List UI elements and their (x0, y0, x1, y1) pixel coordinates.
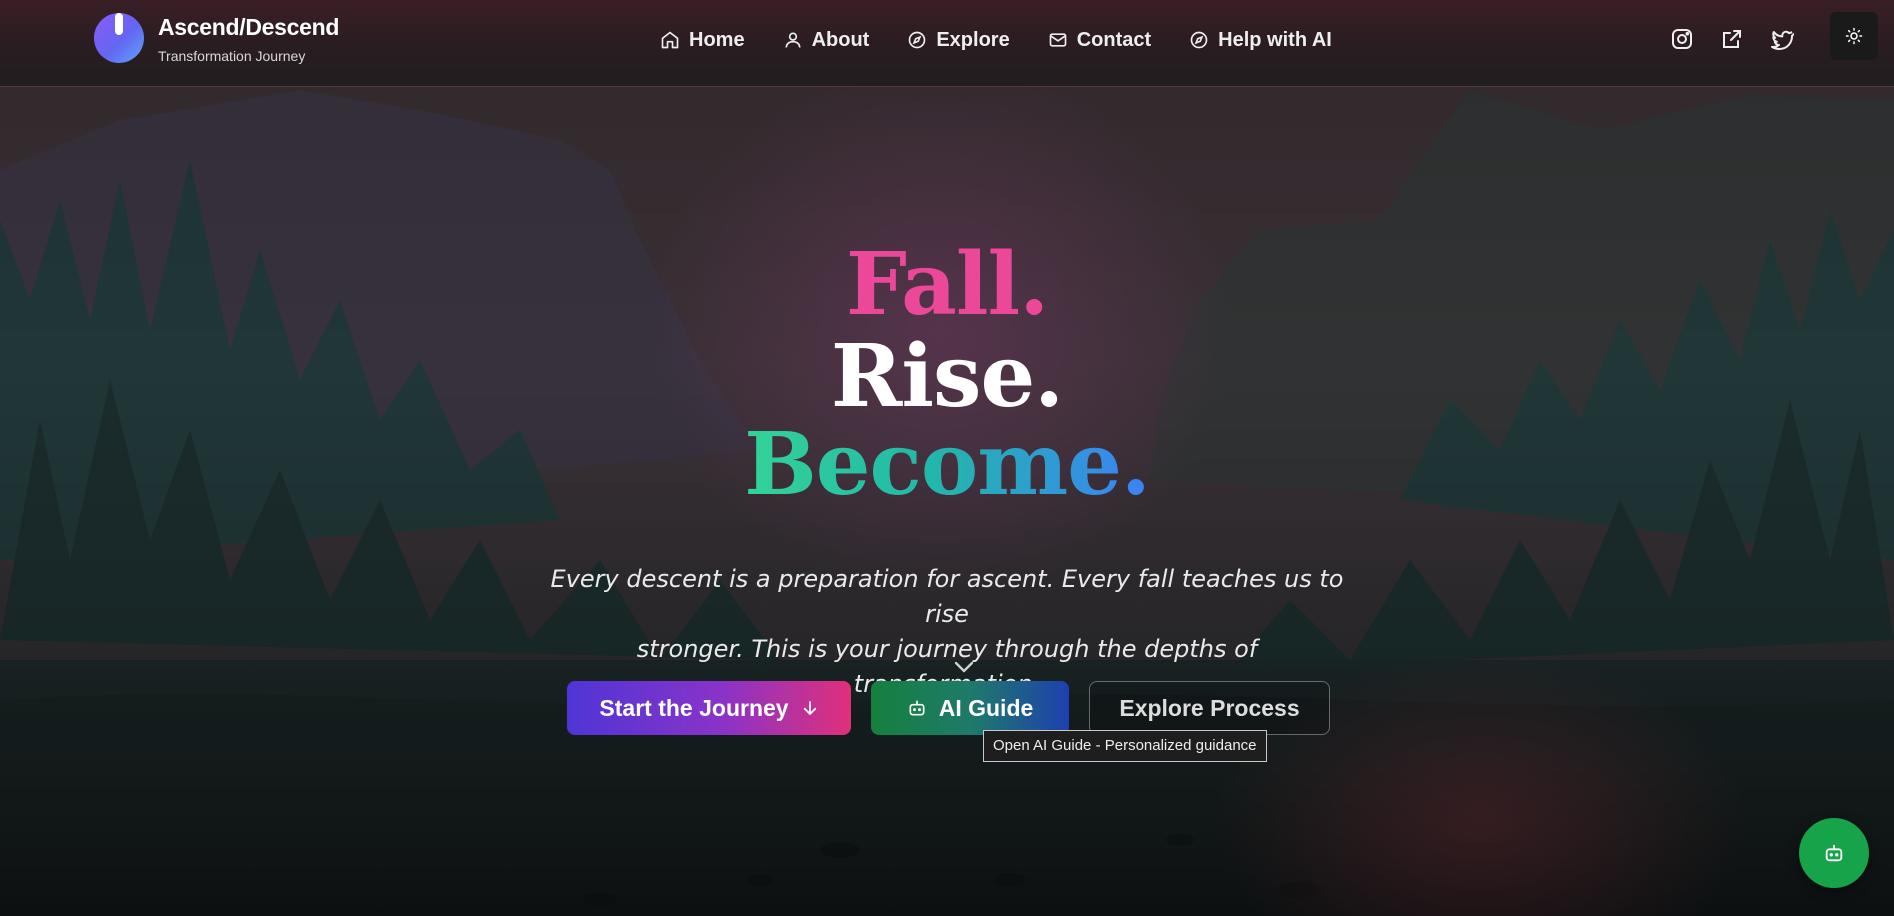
nav-label-home: Home (689, 28, 745, 51)
ai-guide-label: AI Guide (938, 694, 1034, 721)
compass-icon (909, 31, 926, 49)
nav-label-explore: Explore (936, 28, 1010, 51)
compass-icon (1190, 31, 1208, 49)
start-journey-button[interactable]: Start the Journey (567, 681, 851, 735)
nav-item-about[interactable]: About (783, 24, 870, 56)
explore-process-label: Explore Process (1119, 694, 1300, 721)
start-journey-label: Start the Journey (599, 694, 789, 721)
brand-title[interactable]: Ascend/Descend (158, 14, 339, 41)
logo-mark (115, 13, 123, 35)
hero-headline-rise: Rise. (830, 326, 1064, 427)
ai-guide-button[interactable]: AI Guide (871, 681, 1069, 735)
hero-headline-become: Become. (0, 414, 1894, 515)
brand-logo[interactable] (94, 13, 144, 63)
bot-icon (1825, 844, 1843, 862)
sun-icon (1845, 27, 1863, 45)
instagram-icon[interactable] (1670, 27, 1694, 51)
nav-label-about: About (811, 28, 870, 51)
twitter-icon[interactable] (1770, 27, 1794, 51)
theme-toggle-button[interactable] (1830, 12, 1878, 60)
hero-headline-fall: Fall. (845, 234, 1049, 335)
explore-process-button[interactable]: Explore Process (1089, 681, 1330, 735)
nav-item-contact[interactable]: Contact (1048, 24, 1151, 56)
ai-chat-fab[interactable] (1799, 818, 1869, 888)
arrow-down-icon (803, 701, 816, 715)
hero-headline-become-text: Become. (744, 414, 1151, 515)
nav-item-help-with-ai[interactable]: Help with AI (1189, 24, 1332, 56)
chevron-down-icon[interactable] (953, 660, 975, 674)
main-nav: Home About Explore Contact Help with AI (660, 24, 1370, 56)
hero-tagline-line-1: Every descent is a preparation for ascen… (550, 565, 1344, 628)
external-link-icon[interactable] (1720, 27, 1744, 51)
nav-label-help-with-ai: Help with AI (1218, 28, 1332, 51)
nav-item-home[interactable]: Home (660, 24, 745, 56)
site-header: Ascend/Descend Transformation Journey Ho… (0, 0, 1894, 87)
bot-icon (909, 700, 925, 716)
nav-item-explore[interactable]: Explore (907, 24, 1010, 56)
ai-guide-tooltip: Open AI Guide - Personalized guidance (983, 730, 1267, 762)
nav-label-contact: Contact (1076, 28, 1152, 51)
mail-icon (1049, 33, 1067, 47)
user-icon (785, 32, 801, 48)
home-icon (661, 31, 679, 49)
brand-subtitle: Transformation Journey (158, 48, 306, 64)
